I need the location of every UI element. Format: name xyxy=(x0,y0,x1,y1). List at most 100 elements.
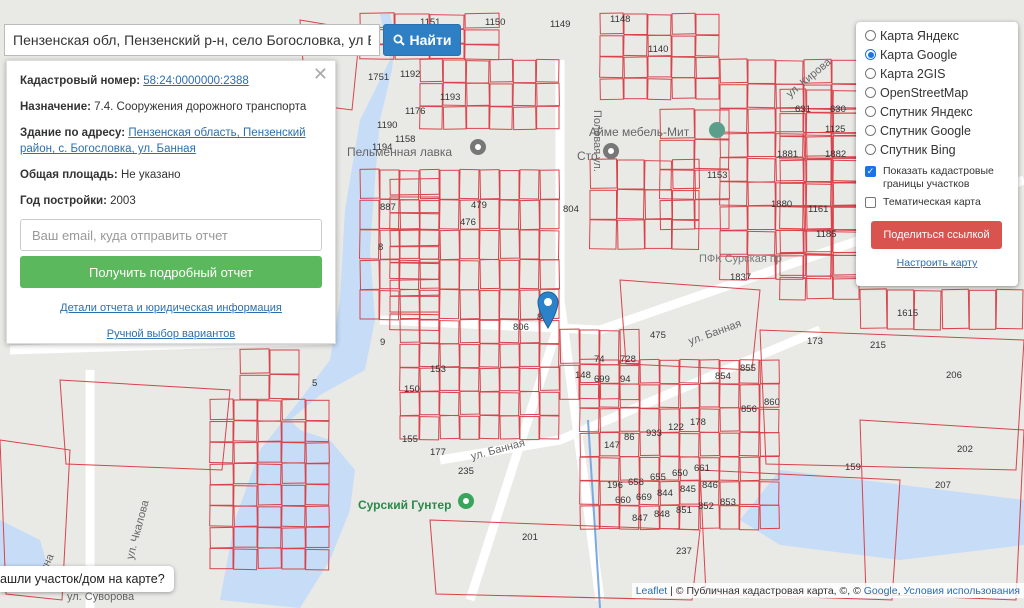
parcel-number: 1193 xyxy=(440,92,460,103)
parcel-number: 237 xyxy=(676,546,692,557)
parcel-number: 9 xyxy=(380,337,385,348)
thematic-checkbox[interactable] xyxy=(865,197,876,208)
cadastral-number-link[interactable]: 58:24:0000000:2388 xyxy=(143,75,249,87)
layer-radio[interactable] xyxy=(865,144,876,155)
parcel-number: 147 xyxy=(604,440,620,451)
parcel-number: 1140 xyxy=(648,44,668,55)
parcel-number: 856 xyxy=(741,404,757,415)
parcel-number: 1150 xyxy=(485,17,505,28)
parcel-number: 1882 xyxy=(825,149,846,160)
map-layers-panel: Карта Яндекс Карта Google Карта 2GIS OpenSt… xyxy=(856,22,1018,286)
parcel-number: 1837 xyxy=(730,272,751,283)
parcel-number: 479 xyxy=(471,200,487,211)
leaflet-link[interactable]: Leaflet xyxy=(636,585,668,597)
found-parcel-prompt[interactable]: ашли участок/дом на карте? xyxy=(0,566,174,592)
search-input-value: Пензенская обл, Пензенский р-н, село Бог… xyxy=(13,32,371,48)
get-report-button[interactable]: Получить подробный отчет xyxy=(20,256,322,288)
layer-radio[interactable] xyxy=(865,68,876,79)
parcel-number: 148 xyxy=(575,370,591,381)
layer-radio[interactable] xyxy=(865,49,876,60)
parcel-number: 1615 xyxy=(897,308,918,319)
parcel-number: 1192 xyxy=(400,69,420,80)
parcel-number: 1153 xyxy=(707,170,727,181)
parcel-number: 202 xyxy=(957,444,973,455)
parcel-number: 699 xyxy=(594,374,610,385)
parcel-number: 1751 xyxy=(368,72,389,83)
parcel-number: 235 xyxy=(458,466,474,477)
layer-option[interactable]: Карта Google xyxy=(865,45,1009,64)
parcel-number: 650 xyxy=(672,468,688,479)
parcel-number: 1149 xyxy=(550,19,570,30)
layer-option[interactable]: Карта Яндекс xyxy=(865,26,1009,45)
poi-pfk[interactable]: ПФК Сурская пр xyxy=(699,253,782,265)
parcel-number: 5 xyxy=(312,378,317,389)
year-value: 2003 xyxy=(110,195,136,207)
show-borders-option[interactable]: ✓ Показать кадастровые границы участков xyxy=(865,165,1009,191)
layer-radio[interactable] xyxy=(865,106,876,117)
parcel-number: 178 xyxy=(690,417,706,428)
layer-radio[interactable] xyxy=(865,125,876,136)
parcel-number: 207 xyxy=(935,480,951,491)
show-borders-checkbox[interactable]: ✓ xyxy=(865,166,876,177)
parcel-number: 844 xyxy=(657,488,673,499)
layer-option[interactable]: Спутник Bing xyxy=(865,140,1009,159)
parcel-number: 206 xyxy=(946,370,962,381)
parcel-number: 660 xyxy=(615,495,631,506)
poi-label: ПФК Сурская пр xyxy=(699,253,782,265)
close-icon[interactable]: ✕ xyxy=(313,65,328,83)
setup-map-link[interactable]: Настроить карту xyxy=(865,257,1009,269)
street-label: ул. Суворова xyxy=(67,591,135,603)
parcel-number: 630 xyxy=(830,104,846,115)
poi-label: Айме мебель-Мит xyxy=(589,125,690,139)
thematic-option[interactable]: Тематическая карта xyxy=(865,196,1009,209)
email-field[interactable]: Ваш email, куда отправить отчет xyxy=(20,219,322,251)
share-link-button[interactable]: Поделиться ссылкой xyxy=(871,221,1002,249)
building-address-row: Здание по адресу: Пензенская область, Пе… xyxy=(20,125,322,157)
thematic-label: Тематическая карта xyxy=(883,196,981,208)
parcel-number: 854 xyxy=(715,371,731,382)
parcel-number: 853 xyxy=(720,497,736,508)
show-borders-label: Показать кадастровые границы участков xyxy=(883,165,994,190)
parcel-number: 1161 xyxy=(808,204,828,215)
layer-radio[interactable] xyxy=(865,87,876,98)
area-row: Общая площадь: Не указано xyxy=(20,167,322,183)
layer-radio[interactable] xyxy=(865,30,876,41)
year-row: Год постройки: 2003 xyxy=(20,193,322,209)
poi-label: Сурский Гунтер xyxy=(358,498,451,512)
layer-option[interactable]: Спутник Google xyxy=(865,121,1009,140)
parcel-number: 177 xyxy=(430,447,446,458)
report-details-link[interactable]: Детали отчета и юридическая информация xyxy=(20,302,322,314)
parcel-number: 86 xyxy=(624,432,635,443)
parcel-number: 669 xyxy=(636,492,652,503)
attribution-text: | © Публичная кадастровая карта, ©, © xyxy=(667,584,864,597)
parcel-number: 852 xyxy=(698,501,714,512)
parcel-number: 847 xyxy=(632,513,648,524)
parcel-number: 860 xyxy=(764,397,780,408)
manual-selection-link[interactable]: Ручной выбор вариантов xyxy=(20,328,322,340)
parcel-number: 851 xyxy=(676,505,692,516)
parcel-number: 196 xyxy=(607,480,623,491)
parcel-info-panel: ✕ Кадастровый номер: 58:24:0000000:2388 … xyxy=(6,60,336,344)
parcel-number: 855 xyxy=(740,363,756,374)
parcel-number: 150 xyxy=(404,384,420,395)
parcel-number: 8 xyxy=(378,242,383,253)
layer-option-label: Спутник Google xyxy=(880,123,971,138)
layer-option-label: Карта Google xyxy=(880,47,958,62)
google-link[interactable]: Google xyxy=(864,585,898,597)
map-attribution: Leaflet | © Публичная кадастровая карта,… xyxy=(631,583,1024,598)
poi-label: Пельменная лавка xyxy=(347,145,452,159)
parcel-number: 122 xyxy=(668,422,684,433)
layer-option[interactable]: Спутник Яндекс xyxy=(865,102,1009,121)
search-button[interactable]: Найти xyxy=(383,24,461,56)
parcel-number: 631 xyxy=(795,104,811,115)
share-link-button-label: Поделиться ссылкой xyxy=(883,229,990,241)
terms-link[interactable]: Условия использования xyxy=(903,585,1020,597)
layer-option[interactable]: OpenStreetMap xyxy=(865,83,1009,102)
parcel-number: 159 xyxy=(845,462,861,473)
purpose-value: 7.4. Сооружения дорожного транспорта xyxy=(94,101,307,113)
purpose-label: Назначение: xyxy=(20,101,91,113)
parcel-number: 1880 xyxy=(771,199,792,210)
address-search-input[interactable]: Пензенская обл, Пензенский р-н, село Бог… xyxy=(4,24,380,56)
layer-option[interactable]: Карта 2GIS xyxy=(865,64,1009,83)
get-report-button-label: Получить подробный отчет xyxy=(88,264,254,280)
